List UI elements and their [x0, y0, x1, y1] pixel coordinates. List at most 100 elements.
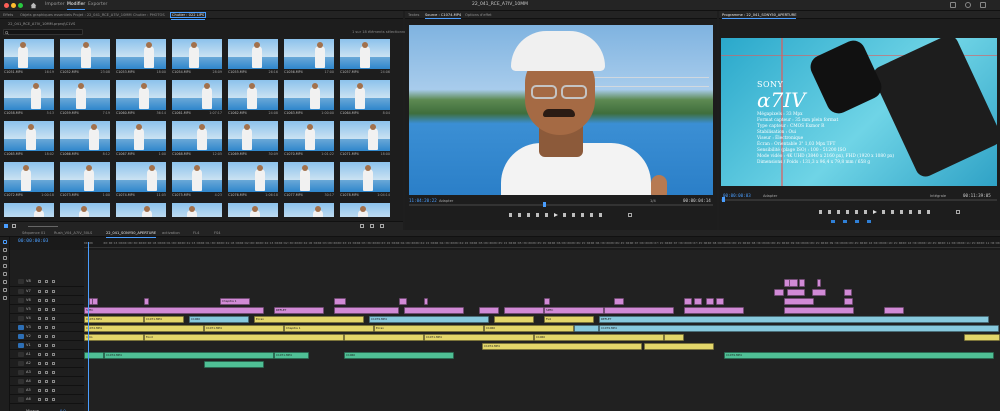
tab-project[interactable]: Projet : 22_041_RCE_A7IV_10MM [73, 13, 132, 17]
transport-icon[interactable] [518, 213, 521, 217]
timeline-clip[interactable] [479, 307, 499, 314]
transport-icon[interactable] [581, 213, 584, 217]
solo-icon[interactable] [52, 361, 55, 365]
lock-icon[interactable] [38, 397, 41, 401]
track-target-toggle[interactable] [18, 352, 24, 357]
timeline-clip[interactable]: C1060 [534, 334, 664, 341]
timeline-clip[interactable] [716, 298, 724, 305]
selection-tool-icon[interactable] [3, 240, 7, 244]
timeline-timecode[interactable]: 00:00:00:03 [18, 239, 48, 244]
timeline-clip[interactable] [684, 298, 692, 305]
timeline-clip[interactable]: C1060 [344, 352, 454, 359]
solo-icon[interactable] [52, 388, 55, 392]
track-target-toggle[interactable] [18, 325, 24, 330]
tab-bin-photos[interactable]: Chutier : PHOTOS [133, 13, 165, 17]
clip-thumbnail[interactable]: C1057.MP4 24:06 [340, 39, 390, 79]
clip-thumbnail[interactable]: C1058.MP4 5:13 [4, 80, 54, 120]
clip-thumbnail[interactable]: C1068.MP4 12:05 [172, 121, 222, 161]
eye-icon[interactable] [52, 307, 55, 311]
transport-icon[interactable] [891, 210, 894, 214]
timeline-clip[interactable]: C1071.MP4 [274, 352, 309, 359]
transport-icon[interactable] [909, 210, 912, 214]
sync-icon[interactable] [45, 352, 48, 356]
solo-icon[interactable] [52, 370, 55, 374]
ripple-edit-icon[interactable] [3, 256, 7, 260]
timeline-clip[interactable]: Fond [144, 334, 344, 341]
clip-thumbnail[interactable]: C1061.MP4 1:07:17 [172, 80, 222, 120]
tab-fs4[interactable]: FS4 [214, 231, 221, 235]
timeline-clip[interactable]: C1074.MP4 [482, 343, 642, 350]
sync-icon[interactable] [45, 361, 48, 365]
timeline-clip[interactable]: C1060 [484, 325, 574, 332]
timeline-clip[interactable]: C1060 [189, 316, 249, 323]
transport-icon[interactable] [855, 210, 858, 214]
sync-icon[interactable] [45, 316, 48, 320]
timeline-clip[interactable] [774, 289, 784, 296]
timeline-clip[interactable] [399, 298, 407, 305]
eye-icon[interactable] [52, 289, 55, 293]
sync-icon[interactable] [45, 298, 48, 302]
hand-tool-icon[interactable] [3, 288, 7, 292]
new-item-icon[interactable] [370, 224, 374, 228]
lock-icon[interactable] [38, 307, 41, 311]
source-fit-select[interactable]: Adapter [439, 199, 453, 203]
type-tool-icon[interactable] [3, 296, 7, 300]
track-target-toggle[interactable] [18, 279, 24, 284]
add-button-icon[interactable] [956, 210, 960, 214]
timeline-clip[interactable] [334, 307, 399, 314]
timeline-clip[interactable] [789, 279, 798, 287]
time-ruler[interactable]: 00:0000:00:15:0000:00:30:0000:00:45:0000… [84, 240, 1000, 248]
clip-thumbnail[interactable]: C1071.MP4 18:00 [340, 121, 390, 161]
track-target-toggle[interactable] [18, 388, 24, 393]
panel-layout-icon[interactable] [950, 2, 956, 8]
timeline-clip[interactable] [844, 298, 853, 305]
source-zoom-select[interactable]: 1/4 [650, 199, 656, 203]
transport-icon[interactable] [882, 210, 885, 214]
track-target-toggle[interactable] [18, 370, 24, 375]
transport-icon[interactable] [545, 213, 548, 217]
tab-texts[interactable]: Textes [408, 13, 419, 17]
timeline-clip[interactable] [544, 298, 550, 305]
timeline-clip[interactable] [404, 307, 464, 314]
clip-thumbnail[interactable]: C1072.MP4 1:00:18 [4, 162, 54, 202]
timeline-clip[interactable]: C1079.MP4 [599, 325, 999, 332]
clip-thumbnail[interactable]: C1065.MP4 18:02 [4, 121, 54, 161]
timeline-clip[interactable] [787, 289, 805, 296]
transport-icon[interactable] [536, 213, 539, 217]
timeline-clip[interactable]: REFLET [599, 316, 989, 323]
export-icon[interactable] [855, 220, 859, 223]
transport-icon[interactable] [563, 213, 566, 217]
clip-thumbnail[interactable]: C1066.MP4 8:12 [60, 121, 110, 161]
lock-icon[interactable] [38, 325, 41, 329]
delete-icon[interactable] [380, 224, 384, 228]
timeline-clip[interactable] [504, 307, 544, 314]
timeline-clip[interactable]: C1071.MP4 [204, 325, 284, 332]
timeline-clip[interactable] [884, 307, 904, 314]
clip-thumbnail[interactable]: C1077.MP4 30:17 [284, 162, 334, 202]
tab-essential-graphics[interactable]: Objets graphiques essentiels [20, 13, 72, 17]
clip-thumbnail[interactable]: C1079.MP41:04:00 [4, 203, 54, 217]
fullscreen-icon[interactable] [980, 2, 986, 8]
lock-icon[interactable] [38, 289, 41, 293]
timeline-clip[interactable]: Chapitre 1 [220, 298, 250, 305]
clip-thumbnail[interactable]: C1062.MP4 24:08 [228, 80, 278, 120]
timeline-clip[interactable] [664, 334, 684, 341]
clip-thumbnail[interactable]: C1052.MP4 23:08 [60, 39, 110, 79]
lock-icon[interactable] [38, 352, 41, 356]
clip-thumbnail[interactable]: C1081.MP42:10 [116, 203, 166, 217]
track-target-toggle[interactable] [18, 361, 24, 366]
timeline-clip[interactable] [604, 307, 674, 314]
program-scrubber[interactable] [721, 197, 997, 202]
clip-thumbnail[interactable]: C1084.MP412:00 [284, 203, 334, 217]
lock-icon[interactable] [38, 279, 41, 283]
zoom-slider[interactable] [28, 226, 58, 227]
timeline-clip[interactable] [204, 361, 264, 368]
track-target-toggle[interactable] [18, 343, 24, 348]
transport-icon[interactable] [828, 210, 831, 214]
clip-thumbnail[interactable]: C1073.MP4 1:00 [60, 162, 110, 202]
timeline-clip[interactable] [812, 289, 826, 296]
tab-source[interactable]: Source : C1074.MP4 [425, 13, 462, 19]
timeline-clip[interactable]: C1074.MP4 [104, 352, 274, 359]
transport-icon[interactable] [864, 210, 867, 214]
track-target-toggle[interactable] [18, 316, 24, 321]
